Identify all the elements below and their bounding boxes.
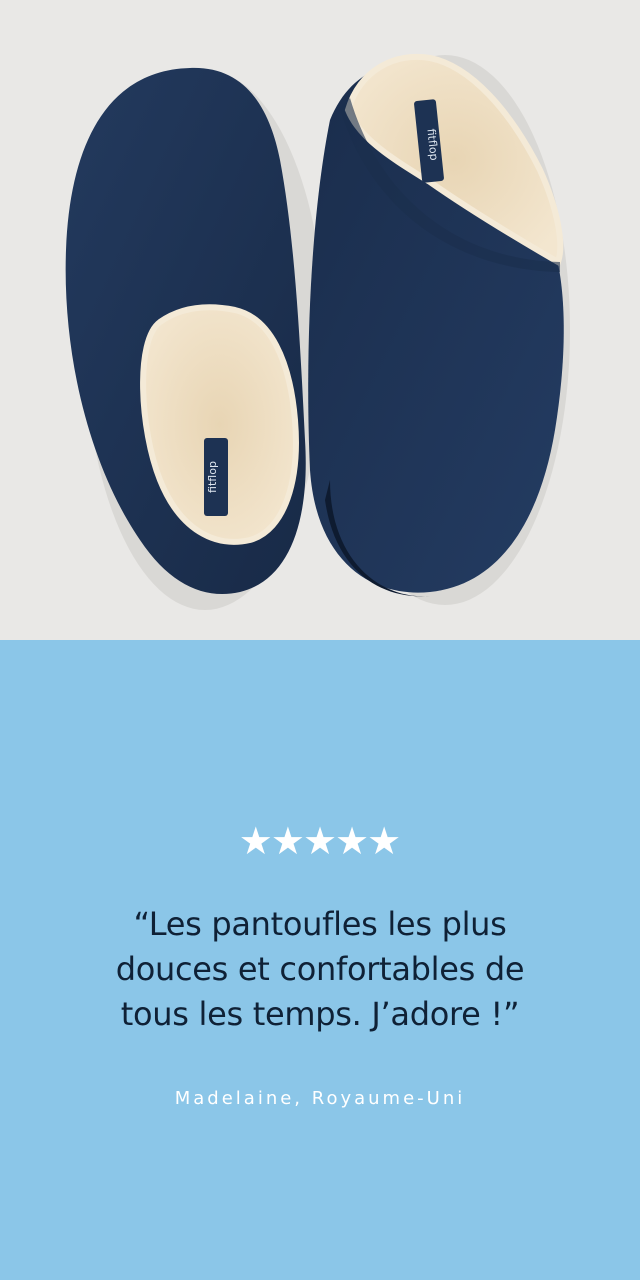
review-quote-line: “Les pantoufles les plus bbox=[133, 905, 507, 943]
review-panel: ★★★★★ “Les pantoufles les plus douces et… bbox=[0, 640, 640, 1280]
star-icon: ★ bbox=[302, 819, 338, 863]
star-rating: ★★★★★ bbox=[0, 822, 640, 860]
slippers-illustration: fitflop fitflop bbox=[65, 53, 570, 610]
review-author: Madelaine, Royaume-Uni bbox=[174, 1088, 466, 1109]
review-quote-line: douces et confortables de bbox=[115, 950, 525, 988]
star-icon: ★ bbox=[335, 819, 370, 863]
review-quote-line: tous les temps. J’adore !” bbox=[120, 995, 520, 1033]
product-hero-image: fitflop fitflop bbox=[0, 0, 640, 640]
left-slipper: fitflop bbox=[65, 67, 306, 595]
star-icon: ★ bbox=[270, 819, 305, 863]
left-brand-tag-text: fitflop bbox=[206, 461, 219, 493]
right-slipper: fitflop bbox=[308, 53, 564, 597]
star-icon: ★ bbox=[367, 819, 402, 863]
star-icon: ★ bbox=[238, 819, 273, 863]
review-quote: “Les pantoufles les plus douces et confo… bbox=[40, 902, 600, 1037]
